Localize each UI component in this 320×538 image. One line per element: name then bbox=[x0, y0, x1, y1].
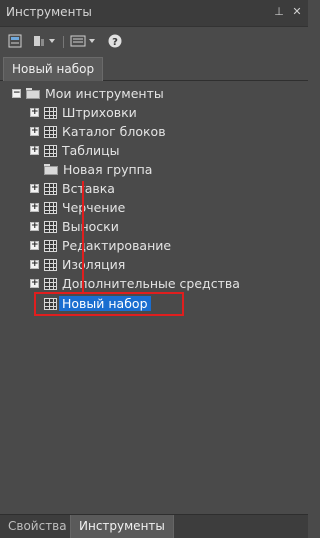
folder-icon bbox=[44, 164, 58, 175]
palette-icon bbox=[44, 201, 57, 214]
expand-icon[interactable]: + bbox=[30, 108, 39, 117]
palette-icon bbox=[44, 277, 57, 290]
tree-item-label: Дополнительные средства bbox=[62, 276, 240, 291]
palette-icon bbox=[44, 220, 57, 233]
palette-group-icon bbox=[44, 106, 57, 119]
expand-icon[interactable]: + bbox=[30, 241, 39, 250]
svg-text:?: ? bbox=[112, 37, 118, 48]
bottom-tabbar: Свойства Инструменты bbox=[0, 514, 308, 538]
expand-icon[interactable]: + bbox=[30, 184, 39, 193]
tree-item-label: Редактирование bbox=[62, 238, 172, 253]
help-icon: ? bbox=[108, 34, 122, 48]
tree-item-vynoski[interactable]: + Выноски bbox=[30, 217, 119, 236]
tab-svoistva[interactable]: Свойства bbox=[0, 515, 75, 538]
collapse-icon[interactable]: − bbox=[12, 89, 21, 98]
chevron-down-icon bbox=[49, 39, 55, 43]
tree-item-redaktirovanie[interactable]: + Редактирование bbox=[30, 236, 171, 255]
expand-icon[interactable]: + bbox=[30, 146, 39, 155]
tree-item-label: Новая группа bbox=[63, 162, 153, 177]
palette-icon bbox=[44, 182, 57, 195]
tree-item-cherchenie[interactable]: + Черчение bbox=[30, 198, 125, 217]
expand-icon[interactable]: + bbox=[30, 203, 39, 212]
tree-item-vstavka[interactable]: + Вставка bbox=[30, 179, 115, 198]
tree-item-novaya-gruppa[interactable]: Новая группа bbox=[44, 160, 152, 179]
palette-group-icon bbox=[44, 125, 57, 138]
window-titlebar: Инструменты ⊥ ✕ bbox=[0, 0, 308, 27]
window-title: Инструменты bbox=[6, 5, 92, 19]
expand-icon[interactable]: + bbox=[30, 260, 39, 269]
tree-item-label: Вставка bbox=[62, 181, 115, 196]
palette-tabstrip: Новый набор bbox=[0, 57, 308, 81]
tree-item-label: Каталог блоков bbox=[62, 124, 166, 139]
tree-root[interactable]: − Мои инструменты bbox=[12, 84, 164, 103]
tree-item-label: Изоляция bbox=[62, 257, 126, 272]
palette-properties-icon bbox=[8, 34, 22, 48]
tab-novyi-nabor[interactable]: Новый набор bbox=[3, 57, 104, 81]
tree-root-label: Мои инструменты bbox=[45, 86, 164, 101]
toolbar-divider bbox=[63, 36, 64, 48]
folder-icon bbox=[26, 88, 40, 99]
tree-item-katalog-blokov[interactable]: + Каталог блоков bbox=[30, 122, 166, 141]
palette-icon bbox=[44, 258, 57, 271]
tab-instrumenty[interactable]: Инструменты bbox=[70, 515, 174, 538]
palette-icon bbox=[44, 239, 57, 252]
expand-icon[interactable]: + bbox=[30, 279, 39, 288]
annotation-line bbox=[82, 181, 84, 294]
tree-item-izolyatsiya[interactable]: + Изоляция bbox=[30, 255, 125, 274]
tree-item-label: Выноски bbox=[62, 219, 119, 234]
tree-item-tablitsy[interactable]: + Таблицы bbox=[30, 141, 120, 160]
chevron-down-icon bbox=[89, 39, 95, 43]
toolbar: ? bbox=[0, 28, 308, 54]
help-button[interactable]: ? bbox=[108, 33, 122, 49]
pin-icon[interactable]: ⊥ bbox=[272, 4, 286, 20]
palette-group-icon bbox=[44, 144, 57, 157]
tree-item-dopolnitelnye-sredstva[interactable]: + Дополнительные средства bbox=[30, 274, 240, 293]
tree-item-label: Таблицы bbox=[62, 143, 120, 158]
expand-icon[interactable]: + bbox=[30, 127, 39, 136]
tree-item-label: Штриховки bbox=[62, 105, 137, 120]
view-options-icon bbox=[34, 36, 44, 46]
list-view-icon bbox=[70, 35, 86, 47]
palette-properties-button[interactable] bbox=[8, 33, 22, 49]
annotation-highlight-box bbox=[34, 292, 184, 316]
close-icon[interactable]: ✕ bbox=[290, 4, 304, 20]
tree-item-shtrikhovki[interactable]: + Штриховки bbox=[30, 103, 137, 122]
list-view-button[interactable] bbox=[70, 33, 95, 49]
tree-item-label: Черчение bbox=[62, 200, 126, 215]
view-options-button[interactable] bbox=[32, 33, 55, 49]
expand-icon[interactable]: + bbox=[30, 222, 39, 231]
